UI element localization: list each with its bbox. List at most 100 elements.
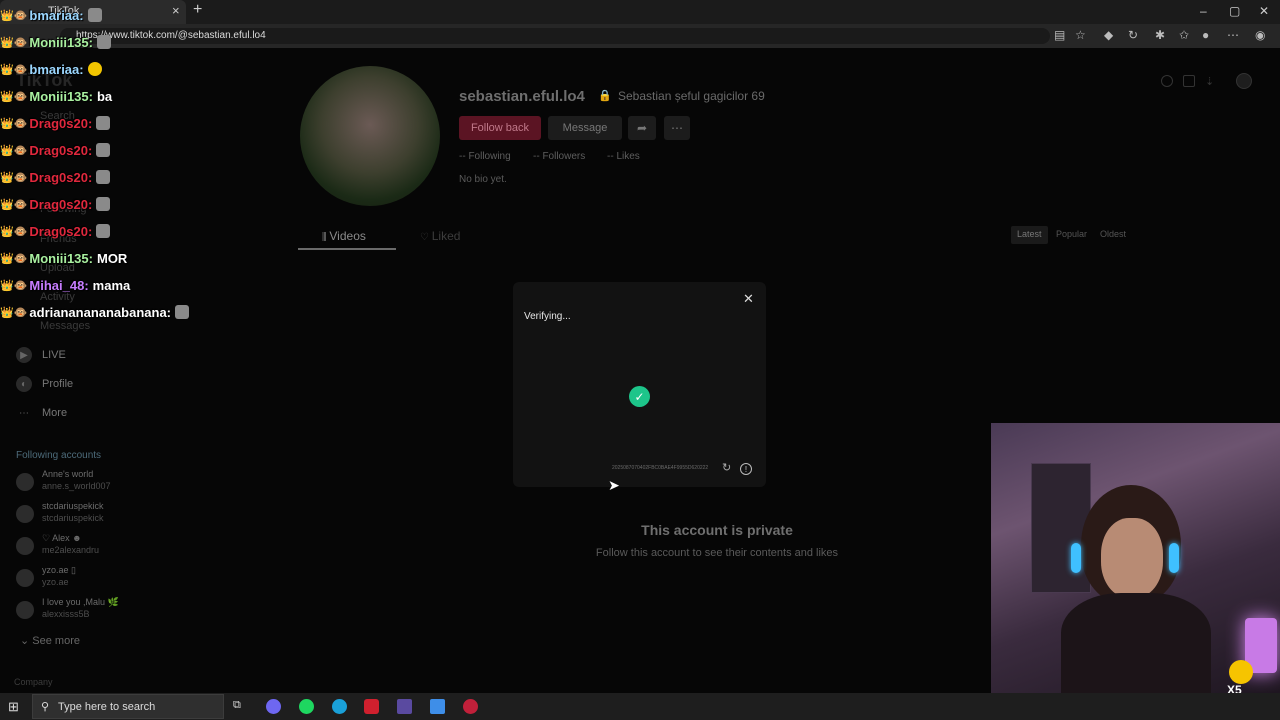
checkmark-icon: ✓ [629,386,650,407]
chat-text: mama [92,277,131,293]
close-icon[interactable]: ✕ [743,291,754,307]
refresh-extension-icon[interactable]: ↻ [1128,28,1138,42]
chat-message: 👑🐵 Moniii135: [0,31,111,53]
nav-live[interactable]: ▶ LIVE [16,345,66,365]
chat-text: ba [96,88,113,104]
close-window-button[interactable]: ✕ [1259,4,1269,18]
tv-icon[interactable] [1183,75,1195,87]
following-account[interactable]: yzo.ae ▯ yzo.ae [14,565,184,591]
coin-icon[interactable] [1161,75,1173,87]
spotify-icon[interactable] [299,699,314,714]
edge-icon[interactable] [332,699,347,714]
live-icon: ▶ [16,347,32,363]
chat-badge-icon: 👑🐵 [0,90,28,103]
puzzle-icon[interactable]: ✱ [1155,28,1165,42]
menu-dots-icon[interactable]: ⋯ [1227,28,1239,42]
message-button[interactable]: Message [548,116,622,140]
chat-message: 👑🐵 Drag0s20: [0,139,111,161]
chevron-down-icon: ⌄ [20,635,33,647]
favorites-icon[interactable]: ✩ [1179,28,1189,42]
url-field[interactable]: https://www.tiktok.com/@sebastian.eful.l… [60,28,1050,44]
tab-videos-label: Videos [329,229,366,243]
tab-close-icon[interactable]: × [172,3,180,18]
chat-emote-icon [175,305,190,319]
maximize-button[interactable]: ▢ [1229,4,1240,18]
discord-icon[interactable] [266,699,281,714]
copilot-icon[interactable]: ◉ [1255,28,1265,42]
more-options-icon[interactable]: ⋯ [664,116,690,140]
chat-emote-icon [87,62,102,76]
info-icon[interactable]: ! [740,463,752,475]
profile-icon: ◐ [16,376,32,392]
chat-emote-icon [96,35,111,49]
heart-icon: ♡ [420,232,432,243]
app-red-icon[interactable] [364,699,379,714]
more-icon: ⋯ [19,407,29,419]
sort-popular[interactable]: Popular [1050,226,1093,244]
minimize-button[interactable]: – [1200,4,1207,18]
share-icon[interactable]: ➦ [628,116,656,140]
app-obs-icon[interactable] [463,699,478,714]
chat-text: MOR [96,250,128,266]
nav-more-label: More [42,407,68,419]
chat-message: 👑🐵 Mihai_48: mama [0,274,130,296]
taskbar-search-placeholder: Type here to search [58,701,156,713]
profile-avatar-icon[interactable]: ● [1202,28,1209,42]
new-tab-button[interactable]: + [193,1,202,19]
chat-badge-icon: 👑🐵 [0,279,28,292]
see-more-link[interactable]: ⌄ See more [20,634,80,647]
download-icon[interactable]: ⇣ [1205,75,1217,88]
screen: { "browser": { "tab_title": "TikTok", "n… [0,0,1280,720]
following-account[interactable]: I love you ,Malu 🌿 alexxisss5B [14,597,184,623]
mouse-cursor-icon: ➤ [608,477,620,493]
task-view-icon[interactable]: ⧉ [233,699,248,714]
profile-display-name: Sebastian șeful gagicilor 69 [618,89,765,103]
chat-badge-icon: 👑🐵 [0,306,28,319]
avatar [16,473,34,491]
chat-badge-icon: 👑🐵 [0,36,28,49]
account-name: Anne's world [42,469,94,479]
user-avatar[interactable] [1236,73,1252,89]
headset-light-left [1071,543,1081,573]
account-name: I love you ,Malu 🌿 [42,597,119,607]
followers-count[interactable]: -- Followers [533,151,585,162]
gift-emoji-icon [1229,660,1253,684]
following-count[interactable]: -- Following [459,151,511,162]
sort-latest[interactable]: Latest [1011,226,1048,244]
refresh-icon[interactable]: ↻ [722,461,731,474]
tab-liked-label: Liked [431,229,461,243]
chat-username: Drag0s20: [29,115,93,131]
chat-badge-icon: 👑🐵 [0,144,28,157]
app-blue-icon[interactable] [430,699,445,714]
verification-title: Verifying... [524,311,571,322]
reader-icon[interactable]: ▤ [1054,28,1065,42]
nav-live-label: LIVE [42,349,66,361]
company-link[interactable]: Company [14,677,53,687]
chat-username: adriananananabanana: [29,304,172,320]
windows-start-icon[interactable]: ⊞ [8,699,19,715]
following-account[interactable]: Anne's world anne.s_world007 [14,469,184,495]
sort-oldest[interactable]: Oldest [1094,226,1132,244]
extension-icon[interactable]: ◆ [1104,28,1113,42]
tab-videos[interactable]: ⫼ Videos [322,229,366,243]
avatar [16,569,34,587]
tab-liked[interactable]: ♡ Liked [420,229,460,243]
favorite-star-icon[interactable]: ☆ [1075,28,1086,42]
app-purple-icon[interactable] [397,699,412,714]
follow-back-button[interactable]: Follow back [459,116,541,140]
nav-profile[interactable]: ◐ Profile [16,374,73,394]
search-icon: ⚲ [41,701,50,713]
chat-message: 👑🐵 bmariaa: [0,58,102,80]
verification-id: 2025087070402FBC0BAE4F9955D620222 [612,465,709,471]
chat-emote-icon [96,170,111,184]
chat-username: Moniii135: [29,250,93,266]
taskbar-search[interactable]: ⚲ Type here to search [32,694,224,719]
avatar [16,601,34,619]
chat-message: 👑🐵 adriananananabanana: [0,301,190,323]
profile-bio: No bio yet. [459,174,507,185]
chat-message: 👑🐵 Moniii135: ba [0,85,112,107]
account-name: yzo.ae ▯ [42,565,76,575]
nav-more[interactable]: ⋯ More [16,403,67,423]
chat-emote-icon [96,224,111,238]
headset-light-right [1169,543,1179,573]
